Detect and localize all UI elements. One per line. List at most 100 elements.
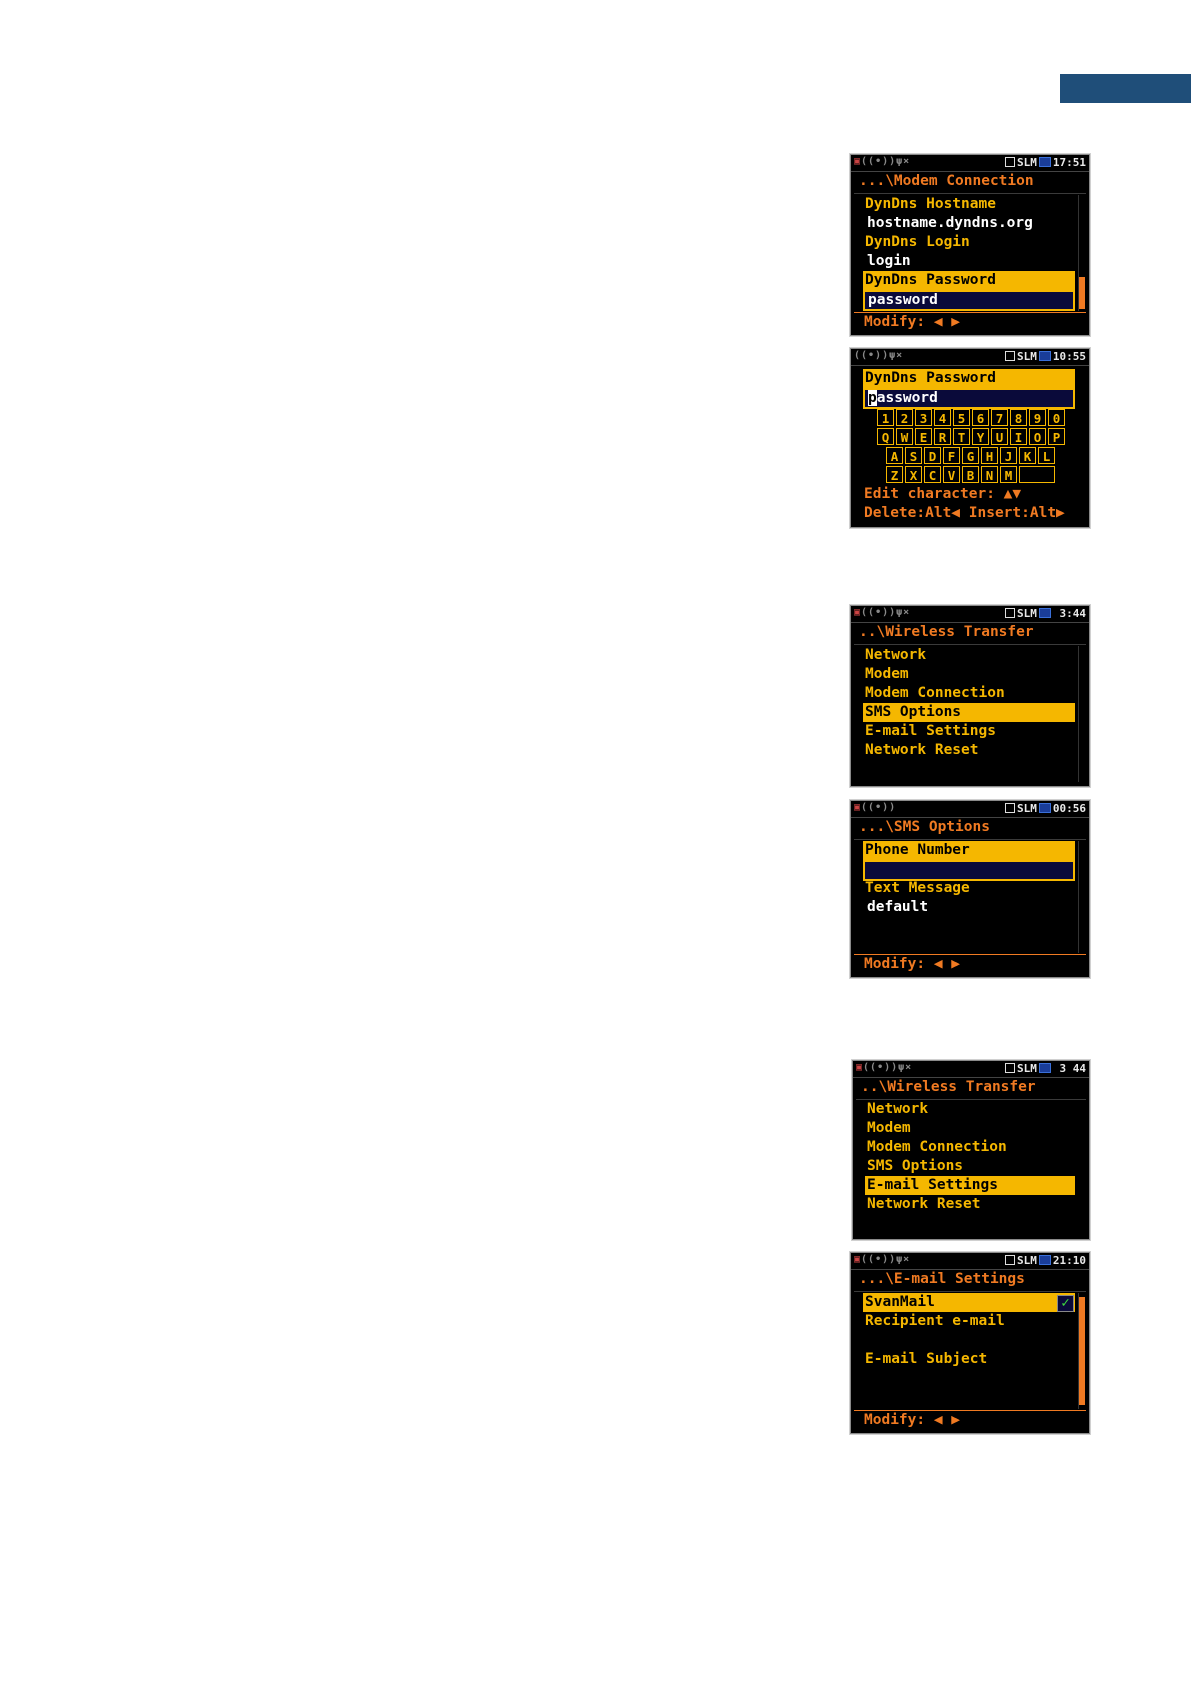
value-login[interactable]: login [867,252,911,271]
footer-hint: Modify: ◀ ▶ [864,1412,961,1428]
status-icons: ((•))ψ× [854,350,904,361]
key-k[interactable]: K [1019,447,1036,464]
key-b[interactable]: B [962,466,979,483]
footer-hint: Modify: ◀ ▶ [864,956,961,972]
key-g[interactable]: G [962,447,979,464]
key-4[interactable]: 4 [934,409,951,426]
menu-item-modem-connection[interactable]: Modem Connection [865,684,1005,703]
keyboard-row-asdf: ASDFGHJKL [886,447,1055,464]
value-text-message[interactable]: default [867,898,928,917]
key-x[interactable]: X [905,466,922,483]
footer-divider [854,1410,1086,1411]
menu-item-modem[interactable]: Modem [867,1119,911,1138]
menu-item-email-settings[interactable]: E-mail Settings [865,1176,1075,1195]
footer-hint: Modify: ◀ ▶ [864,314,961,330]
status-icons: ▣((•))ψ× [856,1062,913,1073]
key-space[interactable] [1019,466,1055,483]
key-t[interactable]: T [953,428,970,445]
key-6[interactable]: 6 [972,409,989,426]
screen-sms-options: ▣((•)) SLM 00:56 ...\SMS Options Phone Nu… [850,800,1090,978]
menu-item-dyndns-hostname[interactable]: DynDns Hostname [865,195,996,214]
screen-wireless-transfer-sms: ▣((•))ψ× SLM 3:44 ..\Wireless Transfer N… [850,605,1090,787]
menu-item-network[interactable]: Network [867,1100,928,1119]
key-j[interactable]: J [1000,447,1017,464]
edit-field-input[interactable]: password [863,388,1075,409]
key-y[interactable]: Y [972,428,989,445]
status-bar: ▣((•))ψ× SLM 3 44 [853,1061,1089,1078]
key-1[interactable]: 1 [877,409,894,426]
title-divider [854,1291,1086,1292]
scrollbar[interactable] [1078,841,1085,953]
key-s[interactable]: S [905,447,922,464]
record-box-icon [1005,1255,1015,1265]
key-e[interactable]: E [915,428,932,445]
status-bar: ▣((•))ψ× SLM 21:10 [851,1253,1089,1270]
menu-item-modem-connection[interactable]: Modem Connection [867,1138,1007,1157]
key-8[interactable]: 8 [1010,409,1027,426]
value-password[interactable]: password [863,290,1075,311]
key-f[interactable]: F [943,447,960,464]
screen-title: ..\Wireless Transfer [861,1079,1036,1095]
menu-item-svanmail[interactable]: SvanMail [863,1293,1075,1312]
clock: 10:55 [1052,350,1086,363]
key-u[interactable]: U [991,428,1008,445]
record-box-icon [1005,803,1015,813]
key-d[interactable]: D [924,447,941,464]
menu-item-dyndns-login[interactable]: DynDns Login [865,233,970,252]
key-h[interactable]: H [981,447,998,464]
key-p[interactable]: P [1048,428,1065,445]
screen-title: ..\Wireless Transfer [859,624,1034,640]
status-icons: ▣((•))ψ× [854,607,911,618]
key-2[interactable]: 2 [896,409,913,426]
screen-password-editor: ((•))ψ× SLM 10:55 DynDns Password passwor… [850,348,1090,528]
menu-item-modem[interactable]: Modem [865,665,909,684]
menu-item-dyndns-password[interactable]: DynDns Password [863,271,1075,290]
menu-item-network-reset[interactable]: Network Reset [867,1195,981,1214]
menu-item-email-subject[interactable]: E-mail Subject [865,1350,987,1369]
monitor-icon [1038,351,1051,361]
key-r[interactable]: R [934,428,951,445]
clock: 00:56 [1052,802,1086,815]
clock: 17:51 [1052,156,1086,169]
monitor-icon [1038,1255,1051,1265]
status-icons: ▣((•))ψ× [854,156,911,167]
menu-item-sms-options[interactable]: SMS Options [867,1157,963,1176]
hint-delete-insert: Delete:Alt◀ Insert:Alt▶ [864,505,1065,521]
menu-item-phone-number[interactable]: Phone Number [863,841,1075,860]
value-phone-number[interactable] [863,860,1075,881]
clock: 3:44 [1059,607,1087,620]
key-q[interactable]: Q [877,428,894,445]
key-9[interactable]: 9 [1029,409,1046,426]
key-3[interactable]: 3 [915,409,932,426]
menu-item-network[interactable]: Network [865,646,926,665]
menu-item-recipient-email[interactable]: Recipient e-mail [865,1312,1005,1331]
menu-item-text-message[interactable]: Text Message [865,879,970,898]
key-n[interactable]: N [981,466,998,483]
key-i[interactable]: I [1010,428,1027,445]
key-5[interactable]: 5 [953,409,970,426]
key-0[interactable]: 0 [1048,409,1065,426]
menu-item-email-settings[interactable]: E-mail Settings [865,722,996,741]
key-m[interactable]: M [1000,466,1017,483]
key-c[interactable]: C [924,466,941,483]
scrollbar-thumb[interactable] [1079,1297,1085,1405]
key-o[interactable]: O [1029,428,1046,445]
status-bar: ▣((•))ψ× SLM 17:51 [851,155,1089,172]
menu-item-network-reset[interactable]: Network Reset [865,741,979,760]
status-icons: ▣((•))ψ× [854,1254,911,1265]
screen-wireless-transfer-email: ▣((•))ψ× SLM 3 44 ..\Wireless Transfer N… [852,1060,1090,1240]
menu-item-sms-options[interactable]: SMS Options [863,703,1075,722]
scrollbar-thumb[interactable] [1079,277,1085,309]
scrollbar[interactable] [1078,646,1085,782]
key-w[interactable]: W [896,428,913,445]
value-hostname[interactable]: hostname.dyndns.org [867,214,1033,233]
mode-label: SLM [1017,350,1037,363]
key-l[interactable]: L [1038,447,1055,464]
svanmail-checkbox[interactable]: ✓ [1057,1295,1074,1312]
key-7[interactable]: 7 [991,409,1008,426]
status-bar: ▣((•)) SLM 00:56 [851,801,1089,818]
key-a[interactable]: A [886,447,903,464]
key-z[interactable]: Z [886,466,903,483]
screen-email-settings: ▣((•))ψ× SLM 21:10 ...\E-mail Settings Sv… [850,1252,1090,1434]
key-v[interactable]: V [943,466,960,483]
